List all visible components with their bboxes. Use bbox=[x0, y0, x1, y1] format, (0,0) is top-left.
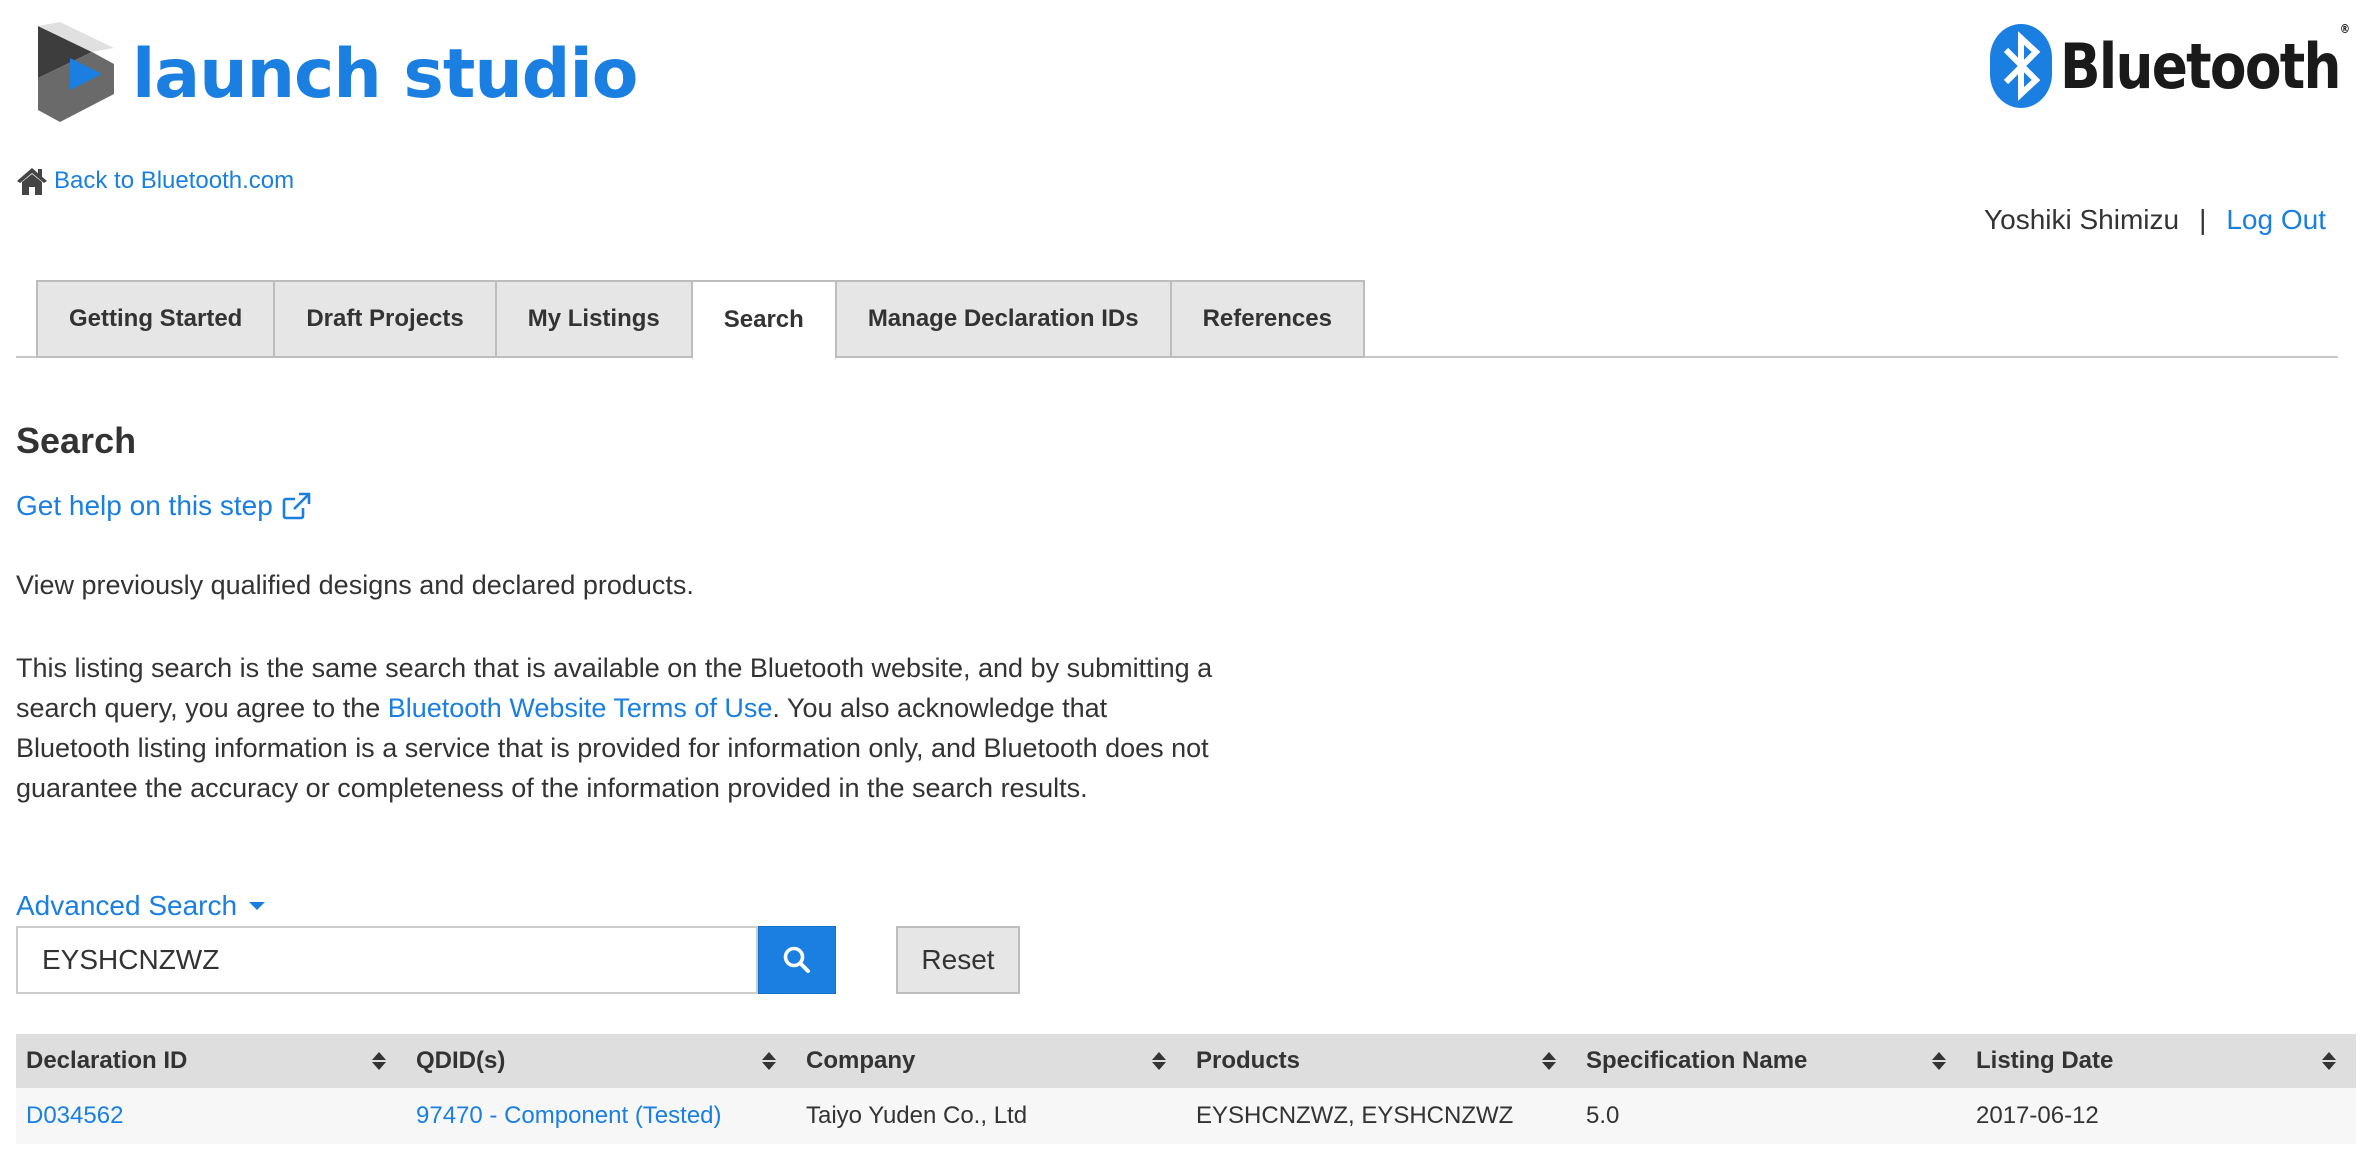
terms-of-use-link[interactable]: Bluetooth Website Terms of Use bbox=[388, 693, 773, 723]
advanced-search-toggle[interactable]: Advanced Search bbox=[16, 890, 266, 922]
column-label: Listing Date bbox=[1976, 1047, 2114, 1074]
sort-icon bbox=[1932, 1052, 1946, 1070]
tab-references[interactable]: References bbox=[1170, 280, 1365, 358]
column-label: QDID(s) bbox=[416, 1047, 506, 1074]
tab-getting-started[interactable]: Getting Started bbox=[36, 280, 275, 358]
tab-search[interactable]: Search bbox=[691, 280, 836, 360]
logo-text: launch studio bbox=[132, 34, 638, 114]
sort-icon bbox=[2322, 1052, 2336, 1070]
results-table: Declaration ID QDID(s) Company Products … bbox=[16, 1034, 2356, 1144]
disclaimer-text: This listing search is the same search t… bbox=[16, 648, 1216, 808]
column-header-company[interactable]: Company bbox=[796, 1034, 1186, 1088]
column-label: Products bbox=[1196, 1047, 1301, 1074]
qdid-link[interactable]: 97470 - Component (Tested) bbox=[416, 1102, 722, 1129]
column-label: Company bbox=[806, 1047, 916, 1074]
launch-studio-logo-icon bbox=[38, 22, 114, 122]
user-area: Yoshiki Shimizu | Log Out bbox=[1984, 204, 2326, 236]
bluetooth-rune-icon bbox=[1990, 24, 2052, 108]
sort-icon bbox=[1152, 1052, 1166, 1070]
cell-qdids: 97470 - Component (Tested) bbox=[406, 1088, 796, 1144]
help-link-label: Get help on this step bbox=[16, 490, 273, 521]
cell-declaration-id: D034562 bbox=[16, 1088, 406, 1144]
user-name: Yoshiki Shimizu bbox=[1984, 204, 2180, 235]
search-icon bbox=[783, 946, 810, 973]
advanced-search-label: Advanced Search bbox=[16, 890, 238, 921]
user-separator: | bbox=[2199, 204, 2207, 235]
cell-products: EYSHCNZWZ, EYSHCNZWZ bbox=[1186, 1088, 1576, 1144]
table-header-row: Declaration ID QDID(s) Company Products … bbox=[16, 1034, 2356, 1088]
cell-spec-name: 5.0 bbox=[1576, 1088, 1966, 1144]
help-link[interactable]: Get help on this step bbox=[16, 490, 311, 522]
sort-icon bbox=[1542, 1052, 1556, 1070]
cell-company: Taiyo Yuden Co., Ltd bbox=[796, 1088, 1186, 1144]
search-input[interactable] bbox=[16, 926, 758, 994]
external-link-icon bbox=[282, 492, 311, 520]
cell-listing-date: 2017-06-12 bbox=[1966, 1088, 2356, 1144]
page-title: Search bbox=[16, 420, 137, 461]
main-tabs: Getting Started Draft Projects My Listin… bbox=[16, 280, 2338, 360]
column-header-qdids[interactable]: QDID(s) bbox=[406, 1034, 796, 1088]
reset-button[interactable]: Reset bbox=[896, 926, 1020, 994]
search-row: Reset bbox=[16, 926, 1020, 994]
launch-studio-logo[interactable]: launch studio bbox=[30, 22, 638, 126]
column-label: Specification Name bbox=[1586, 1047, 1808, 1074]
tab-my-listings[interactable]: My Listings bbox=[495, 280, 692, 358]
home-icon bbox=[17, 168, 47, 195]
column-header-specification-name[interactable]: Specification Name bbox=[1576, 1034, 1966, 1088]
search-button[interactable] bbox=[758, 926, 836, 994]
tab-manage-declaration-ids[interactable]: Manage Declaration IDs bbox=[835, 280, 1171, 358]
back-link-label: Back to Bluetooth.com bbox=[54, 167, 295, 194]
registered-mark: ® bbox=[2339, 21, 2350, 36]
tab-draft-projects[interactable]: Draft Projects bbox=[274, 280, 496, 358]
bluetooth-wordmark: Bluetooth® bbox=[2060, 21, 2350, 103]
column-label: Declaration ID bbox=[26, 1047, 188, 1074]
logout-link[interactable]: Log Out bbox=[2226, 204, 2326, 235]
back-to-bluetooth-link[interactable]: Back to Bluetooth.com bbox=[16, 166, 294, 196]
table-row: D034562 97470 - Component (Tested) Taiyo… bbox=[16, 1088, 2356, 1144]
sort-icon bbox=[372, 1052, 386, 1070]
intro-text: View previously qualified designs and de… bbox=[16, 570, 694, 600]
declaration-id-link[interactable]: D034562 bbox=[26, 1102, 123, 1129]
column-header-listing-date[interactable]: Listing Date bbox=[1966, 1034, 2356, 1088]
column-header-declaration-id[interactable]: Declaration ID bbox=[16, 1034, 406, 1088]
column-header-products[interactable]: Products bbox=[1186, 1034, 1576, 1088]
caret-down-icon bbox=[249, 902, 266, 910]
bluetooth-logo: Bluetooth® bbox=[1990, 21, 2370, 108]
sort-icon bbox=[762, 1052, 776, 1070]
